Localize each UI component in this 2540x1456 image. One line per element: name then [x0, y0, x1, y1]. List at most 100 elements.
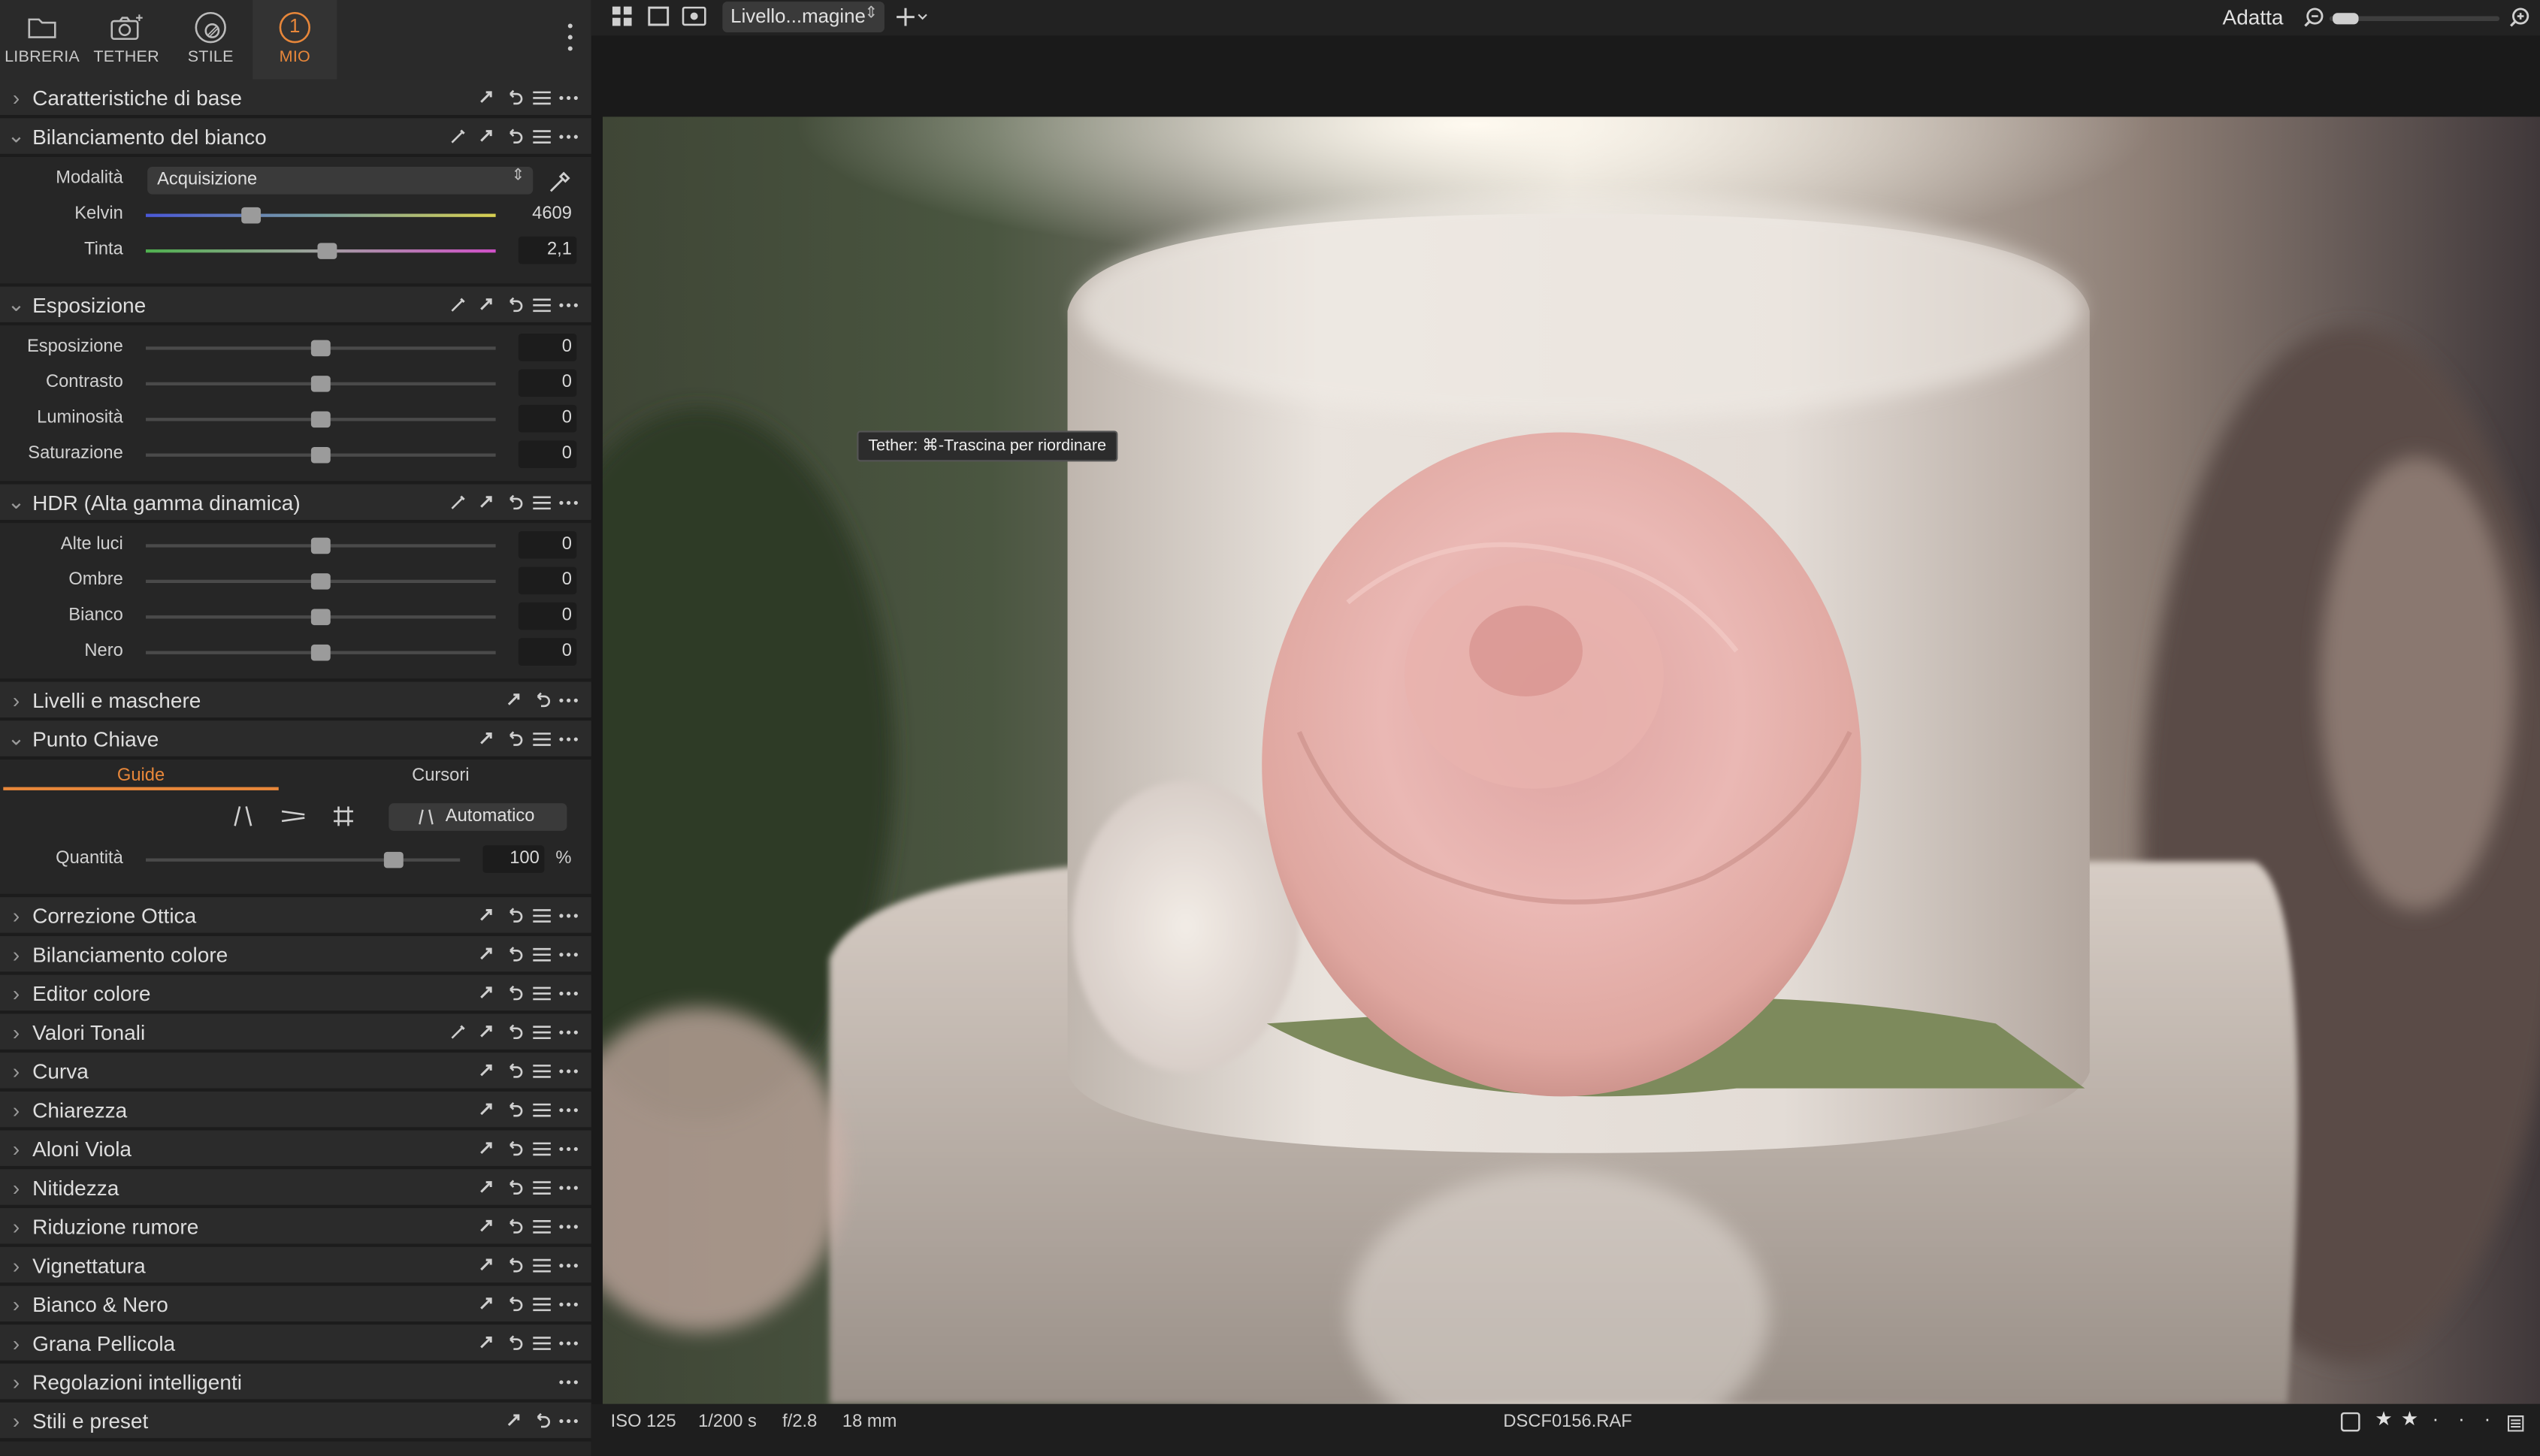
reset-icon[interactable]: [503, 905, 523, 925]
tool-header-vignettatura[interactable]: › Vignettatura: [0, 1246, 591, 1286]
reset-icon[interactable]: [503, 1177, 523, 1197]
tool-header-valori-tonali[interactable]: › Valori Tonali: [0, 1013, 591, 1053]
tool-header-punto-chiave[interactable]: ⌄ Punto Chiave: [0, 720, 591, 760]
chevron-down-icon[interactable]: ⌄: [0, 123, 32, 149]
tool-header-stili-e-preset[interactable]: › Stili e preset: [0, 1402, 591, 1442]
amount-value[interactable]: 100: [482, 845, 545, 873]
slider-thumb[interactable]: [240, 207, 261, 224]
more-icon[interactable]: [559, 1138, 579, 1158]
tool-header-bianco-nero[interactable]: › Bianco & Nero: [0, 1285, 591, 1325]
copy-apply-icon[interactable]: [476, 126, 496, 146]
copy-apply-icon[interactable]: [476, 1177, 496, 1197]
reset-icon[interactable]: [503, 1255, 523, 1275]
keystone-grid-icon[interactable]: [332, 805, 355, 827]
more-icon[interactable]: [559, 1411, 579, 1430]
single-view-icon[interactable]: [648, 6, 670, 26]
layer-select[interactable]: Livello...magine ⇕: [722, 2, 884, 33]
presets-icon[interactable]: [531, 1022, 551, 1041]
chevron-right-icon[interactable]: ›: [0, 1059, 32, 1083]
tool-header-editor-colore[interactable]: › Editor colore: [0, 974, 591, 1014]
chevron-right-icon[interactable]: ›: [0, 687, 32, 711]
copy-apply-icon[interactable]: [503, 1411, 523, 1430]
copy-apply-icon[interactable]: [503, 690, 523, 709]
more-icon[interactable]: [559, 295, 579, 314]
more-icon[interactable]: [559, 1177, 579, 1197]
reset-icon[interactable]: [503, 126, 523, 146]
tool-header-bilanciamento-bianco[interactable]: ⌄ Bilanciamento del bianco: [0, 118, 591, 158]
copy-apply-icon[interactable]: [476, 87, 496, 107]
tool-header-riduzione-rumore[interactable]: › Riduzione rumore: [0, 1208, 591, 1247]
eyedropper-icon[interactable]: [548, 168, 573, 194]
presets-icon[interactable]: [531, 1333, 551, 1352]
tint-slider[interactable]: [146, 243, 496, 259]
chevron-right-icon[interactable]: ›: [0, 903, 32, 927]
chevron-right-icon[interactable]: ›: [0, 1291, 32, 1316]
copy-apply-icon[interactable]: [476, 492, 496, 512]
tab-tether[interactable]: TETHER: [84, 0, 168, 80]
copy-apply-icon[interactable]: [476, 1138, 496, 1158]
tool-header-esposizione[interactable]: ⌄ Esposizione: [0, 286, 591, 326]
zoom-out-icon[interactable]: [2303, 7, 2324, 28]
slider-thumb[interactable]: [310, 340, 331, 357]
presets-icon[interactable]: [531, 983, 551, 1002]
presets-icon[interactable]: [531, 944, 551, 964]
tint-value[interactable]: 2,1: [518, 236, 577, 264]
copy-apply-icon[interactable]: [476, 905, 496, 925]
slider-value[interactable]: 0: [518, 602, 577, 630]
chevron-right-icon[interactable]: ›: [0, 1214, 32, 1238]
tool-header-bilanciamento-colore[interactable]: › Bilanciamento colore: [0, 935, 591, 975]
reset-icon[interactable]: [503, 1216, 523, 1236]
chevron-right-icon[interactable]: ›: [0, 1370, 32, 1394]
star-empty-icon[interactable]: ·: [2451, 1407, 2472, 1430]
contrast-slider[interactable]: [146, 376, 496, 392]
grid-view-icon[interactable]: [612, 6, 632, 26]
presets-icon[interactable]: [531, 295, 551, 314]
reset-icon[interactable]: [503, 492, 523, 512]
slider-value[interactable]: 0: [518, 638, 577, 666]
copy-apply-icon[interactable]: [476, 1022, 496, 1041]
reset-icon[interactable]: [531, 1411, 551, 1430]
slider-value[interactable]: 0: [518, 369, 577, 397]
more-icon[interactable]: [559, 905, 579, 925]
reset-icon[interactable]: [503, 1138, 523, 1158]
reset-icon[interactable]: [503, 1333, 523, 1352]
copy-apply-icon[interactable]: [476, 983, 496, 1002]
subtab-cursori[interactable]: Cursori: [301, 760, 580, 790]
slider-value[interactable]: 0: [518, 531, 577, 559]
chevron-right-icon[interactable]: ›: [0, 1408, 32, 1432]
picker-icon[interactable]: [449, 1022, 468, 1041]
chevron-right-icon[interactable]: ›: [0, 1331, 32, 1355]
presets-icon[interactable]: [531, 87, 551, 107]
keystone-vertical-icon[interactable]: [231, 805, 254, 827]
slider-thumb[interactable]: [310, 537, 331, 554]
copy-apply-icon[interactable]: [476, 1100, 496, 1119]
chevron-right-icon[interactable]: ›: [0, 980, 32, 1004]
highlights-slider[interactable]: [146, 537, 496, 554]
tool-header-hdr[interactable]: ⌄ HDR (Alta gamma dinamica): [0, 484, 591, 524]
reset-icon[interactable]: [503, 983, 523, 1002]
tool-header-chiarezza[interactable]: › Chiarezza: [0, 1091, 591, 1131]
copy-apply-icon[interactable]: [476, 729, 496, 748]
chevron-right-icon[interactable]: ›: [0, 1097, 32, 1121]
amount-slider[interactable]: [146, 851, 461, 868]
more-icon[interactable]: [559, 1100, 579, 1119]
presets-icon[interactable]: [531, 1061, 551, 1080]
reset-icon[interactable]: [503, 729, 523, 748]
copy-apply-icon[interactable]: [476, 1255, 496, 1275]
tool-header-nitidezza[interactable]: › Nitidezza: [0, 1169, 591, 1209]
chevron-right-icon[interactable]: ›: [0, 1252, 32, 1276]
copy-apply-icon[interactable]: [476, 1333, 496, 1352]
more-icon[interactable]: [559, 944, 579, 964]
star-empty-icon[interactable]: ·: [2425, 1407, 2446, 1430]
kelvin-value[interactable]: 4609: [519, 201, 577, 228]
tab-stile[interactable]: STILE: [168, 0, 252, 80]
slider-thumb[interactable]: [310, 644, 331, 661]
preview-eye-icon[interactable]: [682, 6, 706, 26]
tool-header-livelli[interactable]: › Livelli e maschere: [0, 681, 591, 721]
kelvin-slider[interactable]: [146, 207, 496, 224]
copy-apply-icon[interactable]: [476, 1061, 496, 1080]
tool-header-caratteristiche[interactable]: › Caratteristiche di base: [0, 79, 591, 119]
more-vertical-icon[interactable]: [565, 18, 575, 57]
tool-header-curva[interactable]: › Curva: [0, 1053, 591, 1092]
slider-value[interactable]: 0: [518, 404, 577, 433]
